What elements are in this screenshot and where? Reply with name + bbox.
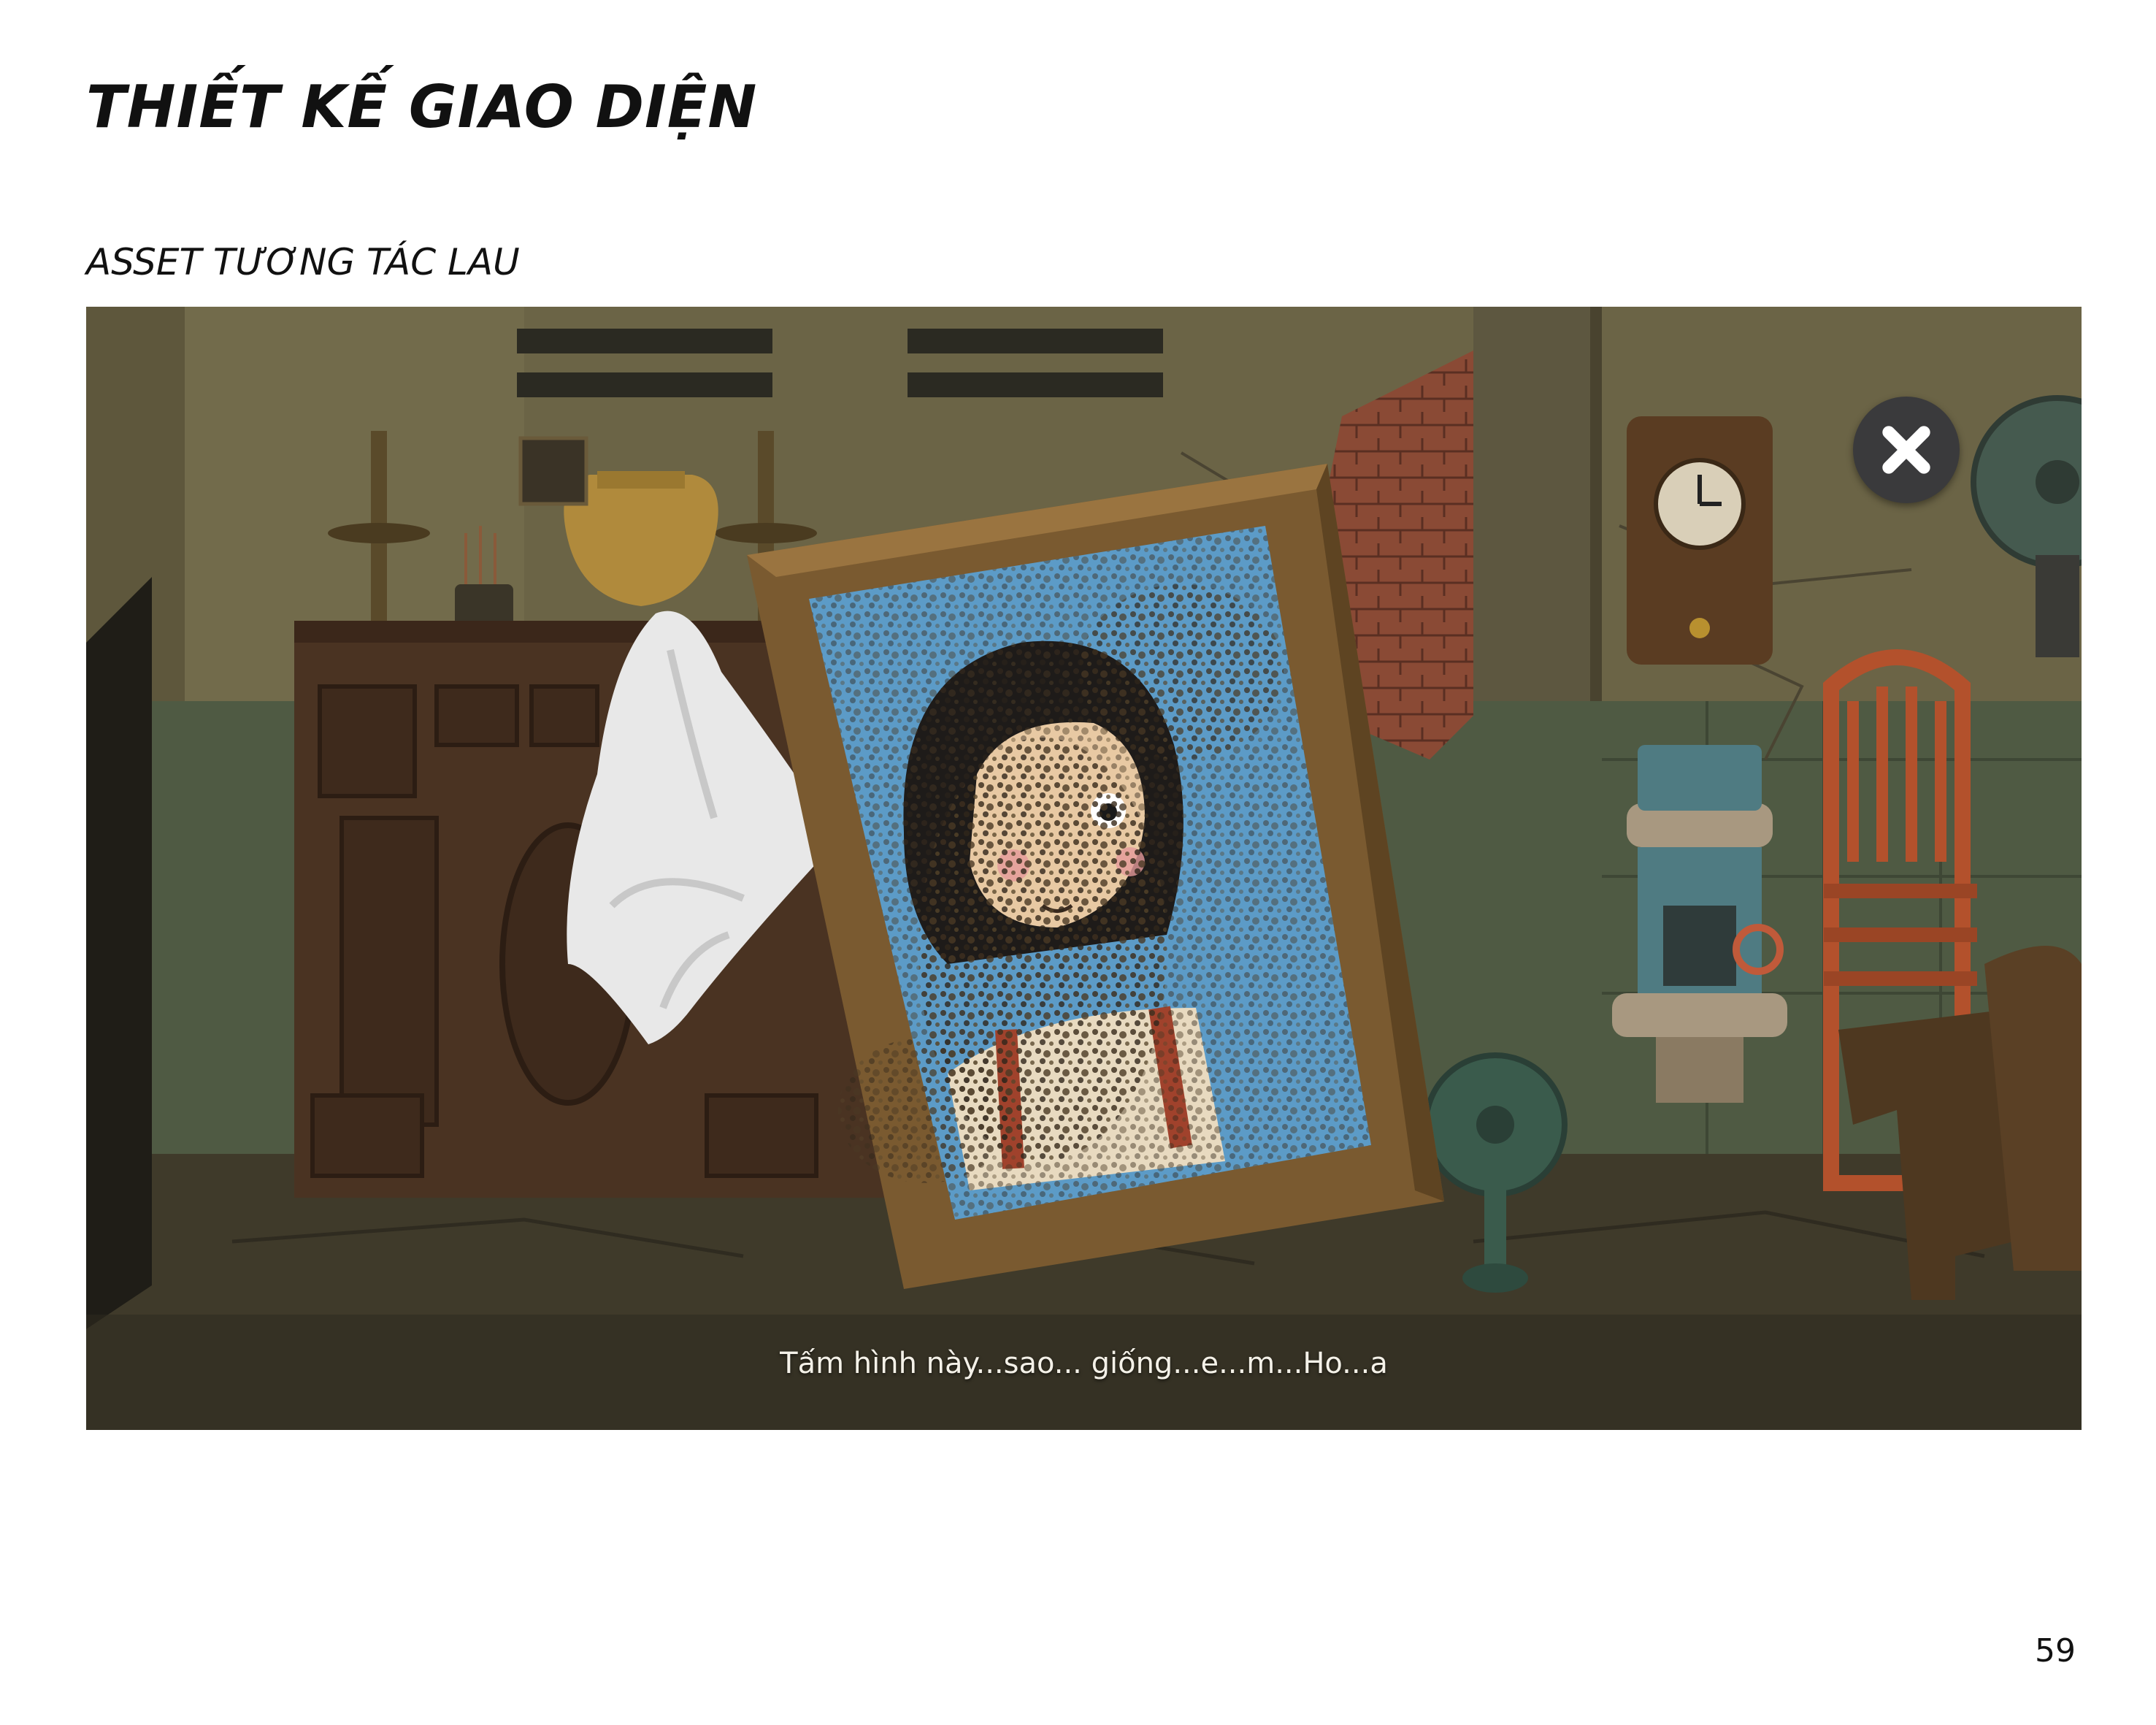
page-title: THIẾT KẾ GIAO DIỆN <box>86 73 758 141</box>
wall-clock <box>1627 416 1773 665</box>
close-button[interactable] <box>1853 397 1960 503</box>
close-x-icon <box>1882 426 1930 474</box>
game-screenshot: Tấm hình này...sao... giống...e...m...Ho… <box>86 307 2082 1430</box>
dialogue-subtitle: Tấm hình này...sao... giống...e...m...Ho… <box>780 1347 1388 1380</box>
game-scene <box>86 307 2082 1430</box>
doorway <box>86 577 152 1329</box>
page-number: 59 <box>2035 1632 2076 1669</box>
section-label: ASSET TƯƠNG TÁC LAU <box>86 241 520 283</box>
